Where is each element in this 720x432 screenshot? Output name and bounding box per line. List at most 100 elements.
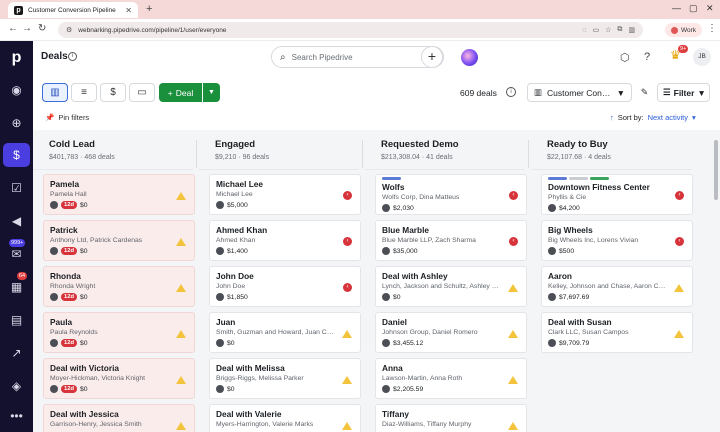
minimize-icon[interactable]: — bbox=[672, 3, 681, 13]
filter-button[interactable]: ☰ Filter ▼ bbox=[657, 83, 710, 102]
deal-card[interactable]: Ahmed Khan Ahmed Khan $1,400 ‹ bbox=[209, 220, 361, 261]
insights-icon[interactable]: ↗ bbox=[3, 341, 30, 365]
url-field[interactable]: ⚙ webnarking.pipedrive.com/pipeline/1/us… bbox=[58, 22, 643, 38]
deal-title[interactable]: Rhonda bbox=[50, 271, 178, 281]
deal-card[interactable]: Aaron Kelley, Johnson and Chase, Aaron C…… bbox=[541, 266, 693, 307]
search-input[interactable]: ⌕ Search Pipedrive bbox=[271, 46, 444, 68]
deal-title[interactable]: Juan bbox=[216, 317, 344, 327]
warning-icon[interactable] bbox=[342, 376, 352, 384]
deal-card[interactable]: Deal with Melissa Briggs-Riggs, Melissa P… bbox=[209, 358, 361, 399]
pipeline-view-button[interactable]: ▥ bbox=[42, 83, 68, 102]
compass-icon[interactable]: ⊕ bbox=[3, 111, 30, 135]
deal-card[interactable]: Big Wheels Big Wheels Inc, Lorens Vivian $… bbox=[541, 220, 693, 261]
eye-off-icon[interactable]: ◌ bbox=[582, 27, 586, 34]
deal-card[interactable]: Anna Lawson-Martin, Anna Roth $2,205.59 bbox=[375, 358, 527, 399]
close-tab-icon[interactable]: ✕ bbox=[125, 6, 132, 15]
deal-card[interactable]: Rhonda Rhonda Wright 12d $0 bbox=[43, 266, 195, 307]
pipeline-select[interactable]: ▥ Customer Con… ▼ bbox=[527, 83, 632, 102]
deal-title[interactable]: Deal with Victoria bbox=[50, 363, 178, 373]
url-text[interactable]: webnarking.pipedrive.com/pipeline/1/user… bbox=[78, 27, 576, 34]
deal-title[interactable]: Daniel bbox=[382, 317, 510, 327]
warning-icon[interactable] bbox=[176, 422, 186, 430]
deal-title[interactable]: Patrick bbox=[50, 225, 178, 235]
deal-card[interactable]: Deal with Ashley Lynch, Jackson and Schul… bbox=[375, 266, 527, 307]
deal-card[interactable]: Deal with Valerie Myers-Harrington, Valer… bbox=[209, 404, 361, 432]
deal-card[interactable]: Downtown Fitness Center Phyllis & Cie $4,2… bbox=[541, 174, 693, 215]
site-info-icon[interactable]: ⚙ bbox=[66, 26, 72, 34]
deal-card[interactable]: Paula Paula Reynolds 12d $0 bbox=[43, 312, 195, 353]
deal-card[interactable]: Daniel Johnson Group, Daniel Romero $3,455… bbox=[375, 312, 527, 353]
back-icon[interactable]: ← bbox=[8, 23, 18, 34]
archive-view-button[interactable]: ▭ bbox=[129, 83, 155, 102]
close-window-icon[interactable]: ✕ bbox=[706, 3, 714, 14]
deal-title[interactable]: Deal with Valerie bbox=[216, 409, 344, 419]
deal-title[interactable]: Ahmed Khan bbox=[216, 225, 344, 235]
deal-title[interactable]: Downtown Fitness Center bbox=[548, 182, 676, 192]
deal-title[interactable]: Blue Marble bbox=[382, 225, 510, 235]
info-icon[interactable]: i bbox=[68, 52, 77, 61]
campaigns-icon[interactable]: ◀ bbox=[3, 209, 30, 233]
deal-card[interactable]: Patrick Anthony Ltd, Patrick Cardenas 12d $… bbox=[43, 220, 195, 261]
deal-title[interactable]: Big Wheels bbox=[548, 225, 676, 235]
deal-title[interactable]: Deal with Jessica bbox=[50, 409, 178, 419]
marketplace-icon[interactable]: ⬡ bbox=[620, 51, 630, 64]
deal-title[interactable]: Deal with Ashley bbox=[382, 271, 510, 281]
ai-assistant-icon[interactable] bbox=[461, 49, 478, 66]
overdue-activity-icon[interactable]: ‹ bbox=[509, 237, 518, 246]
warning-icon[interactable] bbox=[508, 284, 518, 292]
overdue-activity-icon[interactable]: ‹ bbox=[343, 283, 352, 292]
deals-icon[interactable]: $ bbox=[3, 143, 30, 167]
overdue-activity-icon[interactable]: ‹ bbox=[343, 237, 352, 246]
warning-icon[interactable] bbox=[176, 192, 186, 200]
pin-filters-button[interactable]: 📌 Pin filters bbox=[45, 113, 89, 122]
deal-card[interactable]: Wolfs Wolfs Corp, Dina Matteus $2,030 ‹ bbox=[375, 174, 527, 215]
reload-icon[interactable]: ↻ bbox=[38, 23, 46, 34]
help-icon[interactable]: ? bbox=[644, 51, 650, 63]
deal-title[interactable]: Deal with Susan bbox=[548, 317, 676, 327]
overdue-activity-icon[interactable]: ‹ bbox=[675, 191, 684, 200]
deal-card[interactable]: John Doe John Doe $1,850 ‹ bbox=[209, 266, 361, 307]
sidepanel-icon[interactable]: ▥ bbox=[628, 26, 635, 34]
deal-title[interactable]: John Doe bbox=[216, 271, 344, 281]
deal-title[interactable]: Tiffany bbox=[382, 409, 510, 419]
star-icon[interactable]: ☆ bbox=[605, 26, 611, 34]
more-icon[interactable]: ••• bbox=[3, 404, 30, 428]
deal-card[interactable]: Juan Smith, Guzman and Howard, Juan C… $0 bbox=[209, 312, 361, 353]
warning-icon[interactable] bbox=[674, 284, 684, 292]
browser-tab[interactable]: p Customer Conversion Pipeline ✕ bbox=[8, 2, 138, 18]
deal-card[interactable]: Deal with Susan Clark LLC, Susan Campos $9… bbox=[541, 312, 693, 353]
avatar[interactable]: JB bbox=[693, 48, 711, 66]
warning-icon[interactable] bbox=[508, 330, 518, 338]
warning-icon[interactable] bbox=[342, 422, 352, 430]
board-scrollbar[interactable] bbox=[714, 140, 718, 200]
warning-icon[interactable] bbox=[176, 376, 186, 384]
overdue-activity-icon[interactable]: ‹ bbox=[675, 237, 684, 246]
warning-icon[interactable] bbox=[674, 330, 684, 338]
tasks-icon[interactable]: ☑ bbox=[3, 176, 30, 200]
overdue-activity-icon[interactable]: ‹ bbox=[509, 191, 518, 200]
deal-title[interactable]: Aaron bbox=[548, 271, 676, 281]
deal-title[interactable]: Paula bbox=[50, 317, 178, 327]
forecast-view-button[interactable]: $ bbox=[100, 83, 126, 102]
deal-title[interactable]: Pamela bbox=[50, 179, 178, 189]
warning-icon[interactable] bbox=[176, 284, 186, 292]
maximize-icon[interactable]: ▢ bbox=[689, 3, 698, 14]
add-deal-dropdown[interactable]: ▼ bbox=[203, 83, 220, 102]
extensions-icon[interactable]: ⧉ bbox=[617, 26, 622, 34]
deal-title[interactable]: Anna bbox=[382, 363, 510, 373]
edit-pipeline-icon[interactable]: ✎ bbox=[636, 83, 653, 102]
contacts-icon[interactable]: ▤ bbox=[3, 308, 30, 332]
add-deal-button[interactable]: + Deal bbox=[159, 83, 202, 102]
deal-title[interactable]: Deal with Melissa bbox=[216, 363, 344, 373]
deal-card[interactable]: Blue Marble Blue Marble LLP, Zach Sharma $… bbox=[375, 220, 527, 261]
deal-card[interactable]: Deal with Jessica Garrison-Henry, Jessica… bbox=[43, 404, 195, 432]
list-view-button[interactable]: ≡ bbox=[71, 83, 97, 102]
warning-icon[interactable] bbox=[342, 330, 352, 338]
warning-icon[interactable] bbox=[508, 422, 518, 430]
deal-card[interactable]: Tiffany Diaz-Williams, Tiffany Murphy bbox=[375, 404, 527, 432]
warning-icon[interactable] bbox=[176, 238, 186, 246]
cast-icon[interactable]: ▭ bbox=[592, 26, 599, 34]
deal-title[interactable]: Michael Lee bbox=[216, 179, 344, 189]
warning-icon[interactable] bbox=[508, 376, 518, 384]
overdue-activity-icon[interactable]: ‹ bbox=[343, 191, 352, 200]
